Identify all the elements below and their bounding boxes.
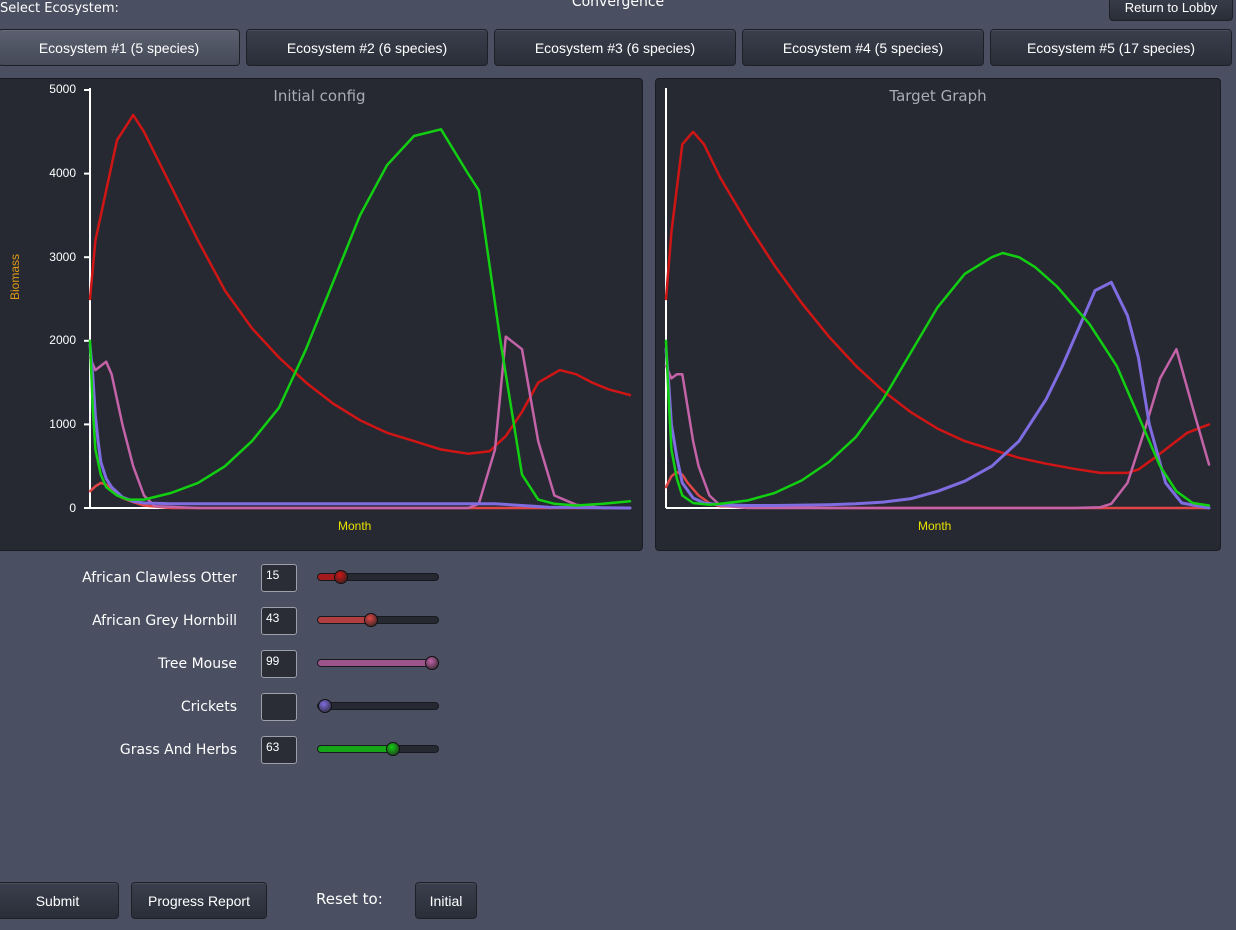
tab-ecosystem-1[interactable]: Ecosystem #1 (5 species) (0, 29, 240, 66)
species-label: Grass And Herbs (119, 742, 237, 758)
y-tick-label: 0 (69, 501, 76, 515)
y-tick-label: 4000 (49, 166, 76, 180)
species-slider[interactable] (317, 656, 439, 670)
target-graph-chart-panel: Target Graph (655, 78, 1221, 551)
slider-thumb[interactable] (318, 699, 332, 713)
tab-ecosystem-3[interactable]: Ecosystem #3 (6 species) (494, 29, 736, 66)
slider-thumb[interactable] (424, 656, 439, 670)
reset-initial-button[interactable]: Initial (415, 882, 477, 919)
species-slider[interactable] (317, 570, 439, 584)
slider-thumb[interactable] (334, 570, 349, 584)
species-slider[interactable] (317, 699, 439, 713)
species-label: African Grey Hornbill (92, 613, 237, 629)
initial-config-chart-panel: Initial config (0, 78, 643, 551)
slider-thumb[interactable] (386, 742, 401, 756)
submit-button[interactable]: Submit (0, 882, 119, 919)
species-value-input[interactable] (261, 693, 297, 721)
slider-fill (318, 660, 435, 666)
species-slider[interactable] (317, 613, 439, 627)
chart-title: Target Graph (889, 87, 987, 105)
page-title: Convergence (571, 0, 665, 10)
x-axis-label: Month (338, 519, 372, 533)
species-slider[interactable] (317, 742, 439, 756)
species-label: Crickets (180, 699, 237, 715)
tab-ecosystem-2[interactable]: Ecosystem #2 (6 species) (246, 29, 488, 66)
x-axis-label: Month (918, 519, 952, 533)
tab-ecosystem-5[interactable]: Ecosystem #5 (17 species) (990, 29, 1232, 66)
species-label: African Clawless Otter (82, 570, 237, 586)
reset-to-label: Reset to: (316, 890, 383, 908)
species-value-input[interactable]: 63 (261, 736, 297, 764)
tab-ecosystem-4[interactable]: Ecosystem #4 (5 species) (742, 29, 984, 66)
slider-fill (318, 746, 397, 752)
y-axis-label: Biomass (8, 253, 22, 300)
y-tick-label: 2000 (49, 333, 76, 347)
y-tick-label: 3000 (49, 250, 76, 264)
chart-title: Initial config (273, 87, 366, 105)
return-to-lobby-button[interactable]: Return to Lobby (1109, 0, 1233, 21)
y-tick-label: 1000 (49, 417, 76, 431)
progress-report-button[interactable]: Progress Report (131, 882, 267, 919)
species-label: Tree Mouse (157, 656, 237, 672)
slider-thumb[interactable] (364, 613, 379, 627)
target-graph-chart (664, 88, 1211, 510)
species-value-input[interactable]: 15 (261, 564, 297, 592)
species-value-input[interactable]: 99 (261, 650, 297, 678)
species-value-input[interactable]: 43 (261, 607, 297, 635)
y-tick-label: 5000 (49, 82, 76, 96)
